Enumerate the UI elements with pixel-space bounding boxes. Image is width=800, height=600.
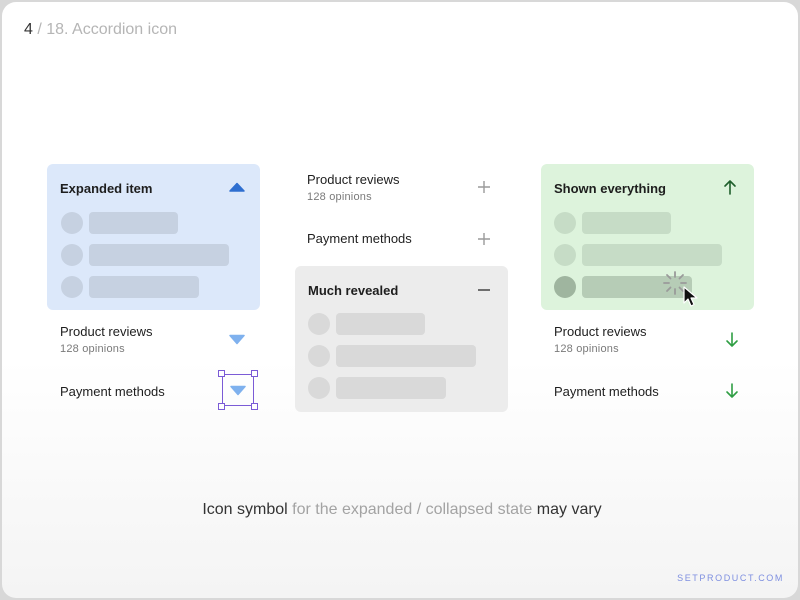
placeholder-line (336, 345, 476, 367)
panel-title: Shown everything (554, 181, 666, 196)
placeholder-line (336, 313, 425, 335)
item-subtitle: 128 opinions (60, 343, 125, 355)
resize-handle[interactable] (218, 403, 225, 410)
resize-handle[interactable] (251, 403, 258, 410)
resize-handle[interactable] (251, 370, 258, 377)
placeholder-avatar (61, 276, 83, 298)
arrow-down-icon[interactable] (725, 332, 739, 348)
placeholder-line (582, 244, 722, 266)
panel-title: Much revealed (308, 283, 399, 298)
slide-frame: 4 / 18. Accordion icon Expanded item Pro… (2, 2, 798, 598)
plus-icon[interactable] (477, 180, 491, 194)
item-title: Payment methods (554, 384, 659, 399)
triangle-down-icon[interactable] (230, 385, 246, 396)
placeholder-avatar (61, 244, 83, 266)
item-title: Product reviews (307, 172, 400, 187)
placeholder-avatar (554, 244, 576, 266)
item-title: Product reviews (60, 324, 153, 339)
accordion-expanded-panel-middle[interactable]: Much revealed (295, 266, 508, 412)
accordion-expanded-panel-right[interactable]: Shown everything (541, 164, 754, 310)
triangle-down-icon[interactable] (229, 334, 245, 345)
page-number: 4 (24, 21, 33, 38)
placeholder-line (336, 377, 446, 399)
item-subtitle: 128 opinions (554, 343, 619, 355)
page-title: / 18. Accordion icon (32, 21, 177, 38)
resize-handle[interactable] (218, 370, 225, 377)
breadcrumb: 4 / 18. Accordion icon (24, 21, 177, 39)
placeholder-line (582, 212, 671, 234)
item-subtitle: 128 opinions (307, 191, 372, 203)
item-title: Product reviews (554, 324, 647, 339)
placeholder-avatar (61, 212, 83, 234)
arrow-up-icon[interactable] (723, 179, 737, 195)
caption-middle: for the expanded / collapsed state (287, 501, 537, 518)
caption-strong-start: Icon symbol (202, 501, 288, 518)
cursor-pointer-icon (683, 286, 698, 307)
item-title: Payment methods (60, 384, 165, 399)
placeholder-avatar (308, 313, 330, 335)
minus-icon[interactable] (477, 283, 491, 297)
placeholder-line (89, 244, 229, 266)
placeholder-line (89, 276, 199, 298)
caption: Icon symbol for the expanded / collapsed… (2, 501, 798, 519)
arrow-down-icon[interactable] (725, 383, 739, 399)
triangle-up-icon[interactable] (229, 182, 245, 192)
panel-title: Expanded item (60, 181, 153, 196)
item-title: Payment methods (307, 231, 412, 246)
placeholder-line (89, 212, 178, 234)
placeholder-avatar (308, 345, 330, 367)
placeholder-avatar (554, 276, 576, 298)
placeholder-avatar (554, 212, 576, 234)
icon-selection-box[interactable] (218, 370, 258, 410)
caption-strong-end: may vary (536, 501, 602, 518)
accordion-expanded-panel-left[interactable]: Expanded item (47, 164, 260, 310)
brand-logo-text: SETPRODUCT.COM (677, 573, 784, 583)
placeholder-avatar (308, 377, 330, 399)
plus-icon[interactable] (477, 232, 491, 246)
